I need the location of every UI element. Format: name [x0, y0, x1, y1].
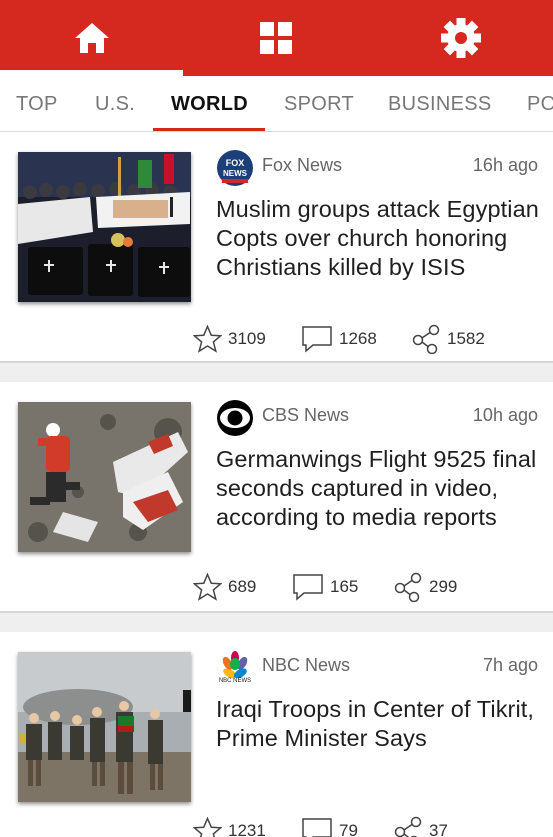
sections-button[interactable] — [183, 0, 369, 76]
timestamp: 16h ago — [472, 155, 538, 175]
svg-text:NBC NEWS: NBC NEWS — [219, 678, 251, 684]
share-button[interactable]: 1582 — [411, 324, 485, 354]
source-name: NBC News — [262, 655, 351, 675]
share-icon — [412, 324, 440, 354]
share-count: 299 — [429, 577, 458, 596]
tab-business[interactable]: BUSINESS — [388, 76, 492, 131]
article-headline[interactable]: Germanwings Flight 9525 final seconds ca… — [216, 445, 541, 532]
share-count: 1582 — [447, 329, 485, 348]
gear-icon — [441, 18, 481, 58]
category-tabs: TOP U.S. WORLD SPORT BUSINESS PO — [0, 76, 553, 132]
like-count: 3109 — [228, 329, 266, 348]
comment-icon — [302, 818, 332, 837]
svg-text:FOX: FOX — [226, 158, 245, 168]
comment-button[interactable]: 1268 — [301, 325, 377, 353]
star-icon — [193, 573, 222, 601]
article-thumbnail[interactable] — [18, 402, 191, 552]
article-headline[interactable]: Muslim groups attack Egyptian Copts over… — [216, 195, 541, 282]
share-icon — [394, 816, 422, 837]
article-thumbnail[interactable] — [18, 152, 191, 302]
comment-button[interactable]: 165 — [292, 573, 358, 601]
home-button[interactable] — [0, 0, 183, 76]
comment-count: 1268 — [339, 329, 377, 348]
star-icon — [193, 817, 222, 837]
share-count: 37 — [429, 821, 448, 837]
source-name: Fox News — [262, 155, 343, 175]
comment-icon — [293, 574, 323, 601]
like-count: 689 — [228, 577, 257, 596]
tab-politics[interactable]: PO — [527, 76, 553, 131]
article-headline[interactable]: Iraqi Troops in Center of Tikrit, Prime … — [216, 695, 541, 753]
home-icon — [74, 23, 109, 53]
article-card[interactable]: NBC NEWS NBC News 7h ago Iraqi Troops in… — [0, 632, 553, 837]
share-icon — [394, 572, 422, 602]
like-button[interactable]: 1231 — [193, 817, 266, 837]
active-tab-indicator — [153, 128, 265, 131]
source-name: CBS News — [262, 405, 350, 425]
like-count: 1231 — [228, 821, 266, 837]
tab-sport[interactable]: SPORT — [284, 76, 354, 131]
nbc-news-logo: NBC NEWS — [216, 649, 254, 687]
article-thumbnail[interactable] — [18, 652, 191, 802]
share-button[interactable]: 299 — [393, 572, 457, 602]
article-card[interactable]: CBS News 10h ago Germanwings Flight 9525… — [0, 382, 553, 613]
comment-button[interactable]: 79 — [301, 817, 358, 837]
comment-count: 165 — [330, 577, 359, 596]
top-app-bar — [0, 0, 553, 76]
timestamp: 10h ago — [472, 405, 538, 425]
comment-count: 79 — [339, 821, 358, 837]
tab-top[interactable]: TOP — [16, 76, 58, 131]
tab-us[interactable]: U.S. — [95, 76, 135, 131]
share-button[interactable]: 37 — [393, 816, 448, 837]
cbs-news-logo — [216, 399, 254, 437]
svg-text:NEWS: NEWS — [223, 169, 248, 178]
timestamp: 7h ago — [482, 655, 538, 675]
star-icon — [193, 325, 222, 353]
tab-world[interactable]: WORLD — [171, 76, 248, 131]
like-button[interactable]: 689 — [193, 573, 256, 601]
like-button[interactable]: 3109 — [193, 325, 266, 353]
fox-news-logo: FOX NEWS — [216, 149, 254, 187]
article-card[interactable]: FOX NEWS Fox News 16h ago Muslim groups … — [0, 132, 553, 363]
grid-icon — [260, 22, 292, 54]
comment-icon — [302, 326, 332, 353]
settings-button[interactable] — [369, 0, 553, 76]
